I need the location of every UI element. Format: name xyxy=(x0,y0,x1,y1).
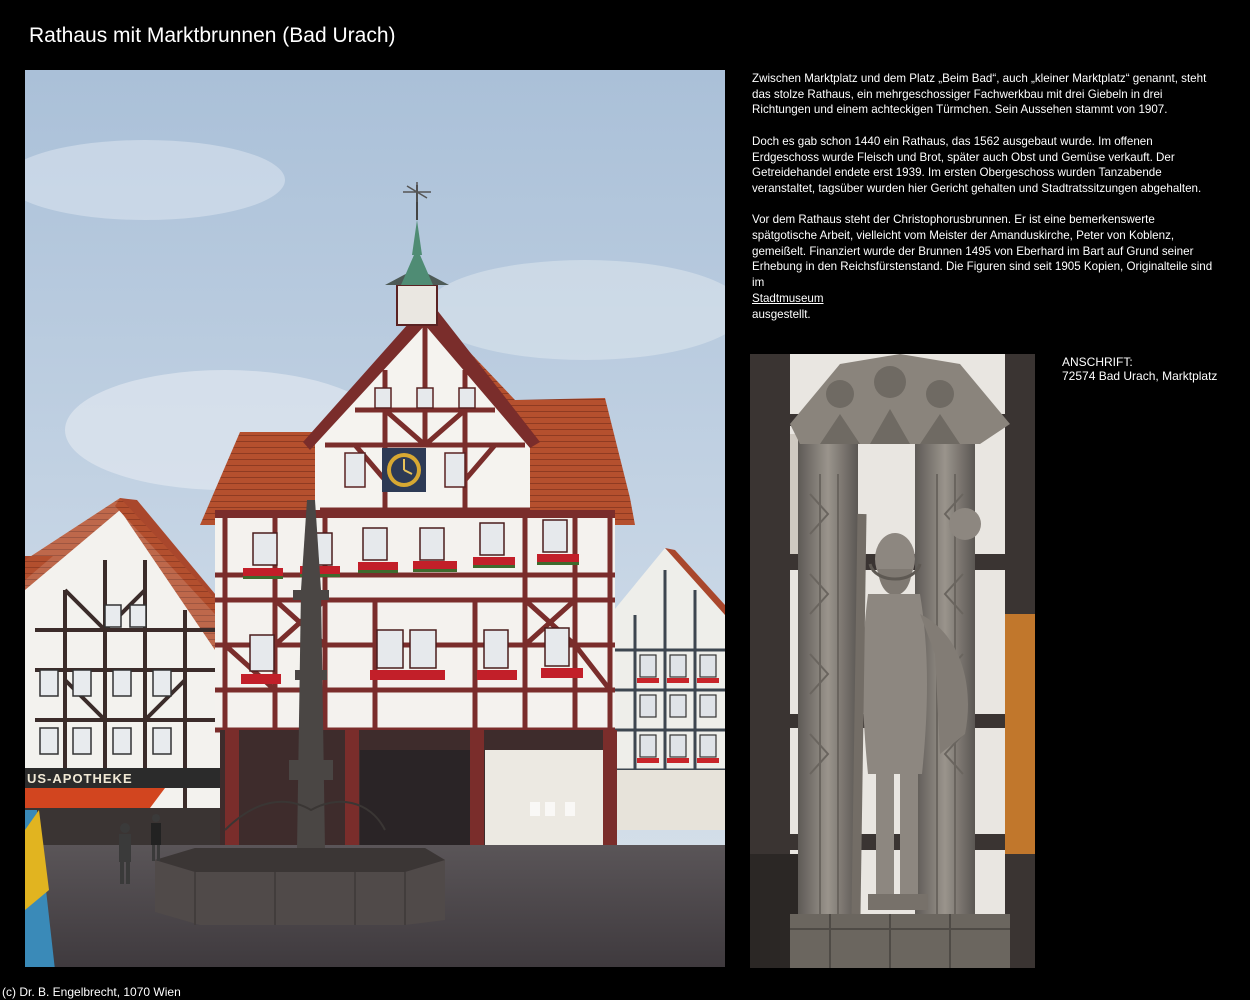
page-title: Rathaus mit Marktbrunnen (Bad Urach) xyxy=(29,24,396,47)
description-paragraph-3: Vor dem Rathaus steht der Christophorusb… xyxy=(752,212,1222,322)
christophorus-statue-photo[interactable] xyxy=(750,354,1035,968)
description-paragraph-3-end: ausgestellt. xyxy=(752,307,811,321)
address-value: 72574 Bad Urach, Marktplatz xyxy=(1062,369,1218,383)
copyright-notice: (c) Dr. B. Engelbrecht, 1070 Wien xyxy=(2,985,181,999)
description-paragraph-1: Zwischen Marktplatz und dem Platz „Beim … xyxy=(752,72,1207,117)
address-label: ANSCHRIFT: xyxy=(1062,355,1133,369)
address-block: ANSCHRIFT: 72574 Bad Urach, Marktplatz xyxy=(1062,355,1217,383)
description: Zwischen Marktplatz und dem Platz „Beim … xyxy=(752,71,1222,338)
description-paragraph-2: Doch es gab schon 1440 ein Rathaus, das … xyxy=(752,134,1202,195)
pharmacy-sign: US-APOTHEKE xyxy=(27,771,133,786)
description-paragraph-3-text: Vor dem Rathaus steht der Christophorusb… xyxy=(752,213,1213,290)
rathaus-photo[interactable]: US-APOTHEKE xyxy=(25,70,725,967)
stadtmuseum-link[interactable]: Stadtmuseum xyxy=(752,291,1222,307)
